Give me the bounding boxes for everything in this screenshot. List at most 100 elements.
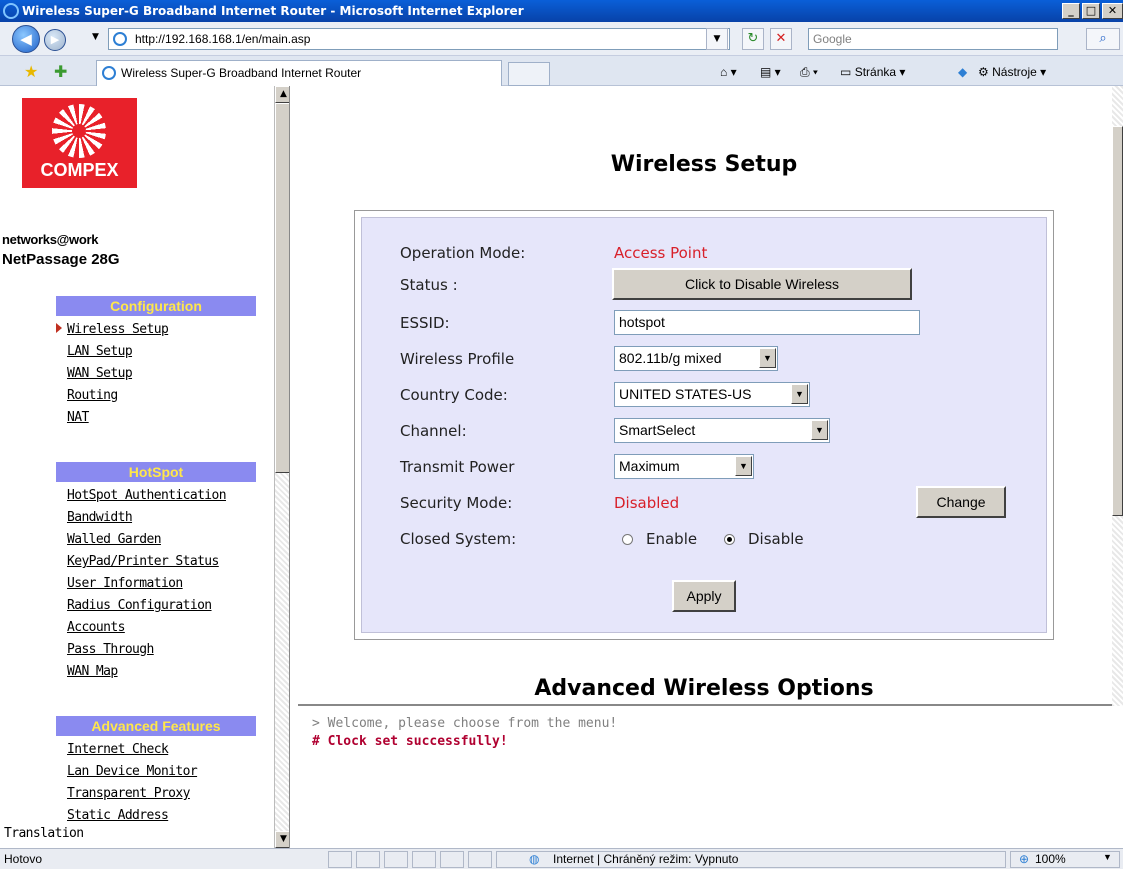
tools-menu[interactable]: ⚙ Nástroje ▾ [978, 62, 1046, 82]
channel-value: SmartSelect [619, 422, 696, 438]
safety-icon[interactable]: ◆ [958, 62, 967, 82]
content-scroll-thumb[interactable] [1112, 126, 1123, 516]
sidebar-item-walled-garden[interactable]: Walled Garden [67, 532, 162, 547]
wireless-profile-label: Wireless Profile [400, 350, 515, 368]
add-favorite-icon[interactable]: ✚ [54, 62, 67, 81]
disable-wireless-button[interactable]: Click to Disable Wireless [612, 268, 912, 300]
security-zone-cell: ◍ Internet | Chráněný režim: Vypnuto [496, 851, 1006, 868]
sidebar-item-pass-through[interactable]: Pass Through [67, 642, 154, 657]
history-dropdown-icon[interactable]: ▼ [92, 32, 99, 42]
sidebar-item-wan-map[interactable]: WAN Map [67, 664, 118, 679]
status-cell [356, 851, 380, 868]
address-toolbar: ◀ ▶ ▼ http://192.168.168.1/en/main.asp ▼… [0, 22, 1123, 56]
closed-system-label: Closed System: [400, 530, 517, 548]
address-input[interactable]: http://192.168.168.1/en/main.asp [108, 28, 730, 50]
sidebar-item-user-info[interactable]: User Information [67, 576, 183, 591]
scroll-thumb[interactable] [275, 103, 289, 473]
sidebar-item-accounts[interactable]: Accounts [67, 620, 125, 635]
section-hotspot: HotSpot [56, 462, 256, 482]
security-mode-value: Disabled [614, 494, 680, 512]
section-advanced-features: Advanced Features [56, 716, 256, 736]
window-titlebar: Wireless Super-G Broadband Internet Rout… [0, 0, 1123, 22]
sidebar-item-radius[interactable]: Radius Configuration [67, 598, 212, 613]
tools-gear-icon: ⚙ [978, 65, 989, 79]
sidebar-item-transparent-proxy[interactable]: Transparent Proxy [67, 786, 190, 801]
status-cell [384, 851, 408, 868]
page-menu[interactable]: ▭ Stránka ▾ [840, 62, 905, 82]
transmit-power-label: Transmit Power [400, 458, 515, 476]
page-icon [113, 32, 127, 46]
sidebar-item-static-address[interactable]: Static Address [67, 808, 169, 823]
security-mode-label: Security Mode: [400, 494, 513, 512]
home-icon[interactable]: ⌂ ▾ [720, 62, 737, 82]
sidebar-item-lan-monitor[interactable]: Lan Device Monitor [67, 764, 198, 779]
essid-input[interactable]: hotspot [614, 310, 920, 335]
country-code-label: Country Code: [400, 386, 508, 404]
zoom-level: 100% [1035, 852, 1066, 866]
console-clock-message: # Clock set successfully! [312, 734, 508, 749]
page-title: Wireless Setup [610, 152, 798, 177]
sidebar-item-wireless-setup[interactable]: Wireless Setup [67, 322, 169, 337]
status-bar: Hotovo ◍ Internet | Chráněný režim: Vypn… [0, 848, 1123, 869]
closed-enable-radio[interactable] [622, 534, 633, 545]
sidebar-scrollbar[interactable]: ▲ ▼ [274, 86, 289, 848]
stop-icon[interactable]: ✕ [770, 28, 792, 50]
content-scrollbar[interactable] [1112, 86, 1123, 706]
closed-disable-radio[interactable] [724, 534, 735, 545]
logo-core [72, 124, 86, 138]
transmit-power-select[interactable]: Maximum ▼ [614, 454, 754, 479]
console-frame: > Welcome, please choose from the menu! … [298, 708, 1123, 848]
sidebar-item-internet-check[interactable]: Internet Check [67, 742, 169, 757]
sidebar-item-keypad-status[interactable]: KeyPad/Printer Status [67, 554, 219, 569]
refresh-icon[interactable]: ↻ [742, 28, 764, 50]
address-dropdown-icon[interactable]: ▼ [706, 28, 728, 50]
print-icon[interactable]: ⎙ ▾ [800, 62, 818, 82]
search-input[interactable]: Google [808, 28, 1058, 50]
country-code-select[interactable]: UNITED STATES-US ▼ [614, 382, 810, 407]
search-icon[interactable]: ⌕ [1086, 28, 1120, 50]
active-arrow-icon [56, 323, 62, 333]
close-button[interactable]: ✕ [1102, 3, 1123, 19]
sidebar-item-hotspot-auth[interactable]: HotSpot Authentication [67, 488, 227, 503]
sidebar-item-routing[interactable]: Routing [67, 388, 118, 403]
status-text: Hotovo [4, 852, 43, 866]
forward-button[interactable]: ▶ [44, 29, 66, 51]
page-menu-label: Stránka ▾ [854, 65, 906, 79]
zoom-control[interactable]: ⊕ 100% ▼ [1010, 851, 1120, 868]
back-button[interactable]: ◀ [12, 25, 40, 53]
closed-enable-label: Enable [646, 530, 698, 548]
channel-select[interactable]: SmartSelect ▼ [614, 418, 830, 443]
scroll-up-icon[interactable]: ▲ [275, 86, 289, 103]
tab-toolbar: ★ ✚ Wireless Super-G Broadband Internet … [0, 56, 1123, 86]
compex-logo: COMPEX [22, 98, 137, 188]
essid-label: ESSID: [400, 314, 450, 332]
scroll-down-icon[interactable]: ▼ [275, 831, 289, 848]
apply-button[interactable]: Apply [672, 580, 736, 612]
sidebar-item-bandwidth[interactable]: Bandwidth [67, 510, 133, 525]
ie-logo-icon [3, 3, 19, 19]
status-cell [468, 851, 492, 868]
sidebar-item-translation[interactable]: Translation [4, 826, 84, 841]
feeds-icon[interactable]: ▤ ▾ [760, 62, 781, 82]
status-cell [328, 851, 352, 868]
tab-router[interactable]: Wireless Super-G Broadband Internet Rout… [96, 60, 502, 86]
security-zone-text: Internet | Chráněný režim: Vypnuto [553, 852, 739, 866]
chevron-down-icon: ▼ [759, 348, 776, 368]
sidebar-item-wan-setup[interactable]: WAN Setup [67, 366, 133, 381]
console-welcome: > Welcome, please choose from the menu! [312, 716, 618, 731]
sidebar-item-nat[interactable]: NAT [67, 410, 89, 425]
wireless-profile-select[interactable]: 802.11b/g mixed ▼ [614, 346, 778, 371]
chevron-down-icon: ▼ [791, 384, 808, 404]
change-security-button[interactable]: Change [916, 486, 1006, 518]
tab-page-icon [102, 66, 116, 80]
country-code-value: UNITED STATES-US [619, 386, 752, 402]
favorites-star-icon[interactable]: ★ [24, 62, 38, 81]
globe-icon: ◍ [529, 852, 540, 866]
status-label: Status : [400, 276, 458, 294]
advanced-options-title: Advanced Wireless Options [534, 676, 874, 701]
sidebar-item-lan-setup[interactable]: LAN Setup [67, 344, 133, 359]
new-tab-button[interactable] [508, 62, 550, 86]
maximize-button[interactable]: □ [1082, 3, 1100, 19]
status-cell [440, 851, 464, 868]
minimize-button[interactable]: _ [1062, 3, 1080, 19]
